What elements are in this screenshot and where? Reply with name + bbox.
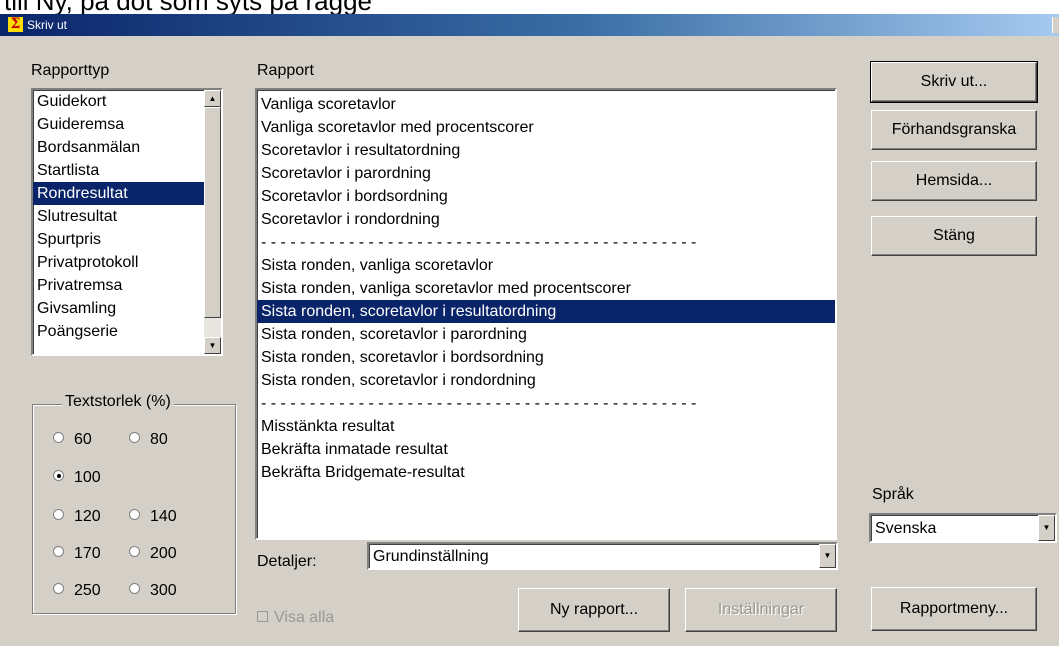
rapport-item[interactable]: Sista ronden, vanliga scoretavlor med pr… [257, 277, 835, 300]
radio-size-100[interactable]: 100 [53, 467, 101, 489]
hemsida-button[interactable]: Hemsida... [871, 161, 1037, 201]
radio-button-selected-icon[interactable] [53, 470, 64, 482]
rapport-item[interactable]: Sista ronden, scoretavlor i parordning [257, 323, 835, 346]
sprak-value: Svenska [875, 520, 937, 537]
radio-button-icon[interactable] [129, 583, 140, 595]
rapport-item[interactable]: Sista ronden, vanliga scoretavlor [257, 254, 835, 277]
rapport-item[interactable]: Scoretavlor i resultatordning [257, 139, 835, 162]
rapporttyp-listbox[interactable]: Guidekort Guideremsa Bordsanmälan Startlist… [31, 88, 223, 356]
radio-size-120[interactable]: 120 [53, 506, 101, 528]
rapporttyp-item[interactable]: Guidekort [33, 90, 221, 113]
window-title: Skriv ut [27, 18, 68, 32]
radio-size-60[interactable]: 60 [53, 429, 92, 451]
radio-size-170[interactable]: 170 [53, 543, 101, 565]
rapport-separator: - - - - - - - - - - - - - - - - - - - - … [261, 395, 697, 412]
rapport-item[interactable]: Misstänkta resultat [257, 415, 835, 438]
detaljer-value: Grundinställning [373, 548, 489, 565]
radio-size-300[interactable]: 300 [129, 580, 177, 602]
textstorlek-label: Textstorlek (%) [62, 393, 174, 411]
radio-button-icon[interactable] [129, 546, 140, 558]
installningar-button[interactable]: Inställningar [685, 588, 837, 632]
rapport-item[interactable]: Vanliga scoretavlor [257, 93, 835, 116]
rapport-item[interactable]: Vanliga scoretavlor med procentscorer [257, 116, 835, 139]
rapporttyp-item[interactable]: Privatprotokoll [33, 251, 221, 274]
rapporttyp-label: Rapporttyp [31, 62, 110, 79]
rapport-items: Vanliga scoretavlor Vanliga scoretavlor m… [257, 93, 835, 484]
rapport-item[interactable]: Scoretavlor i bordsordning [257, 185, 835, 208]
rapporttyp-scrollbar[interactable]: ▲ ▼ [204, 90, 221, 354]
rapporttyp-item[interactable]: Guideremsa [33, 113, 221, 136]
rapport-item[interactable]: Scoretavlor i parordning [257, 162, 835, 185]
stang-button[interactable]: Stäng [871, 216, 1037, 256]
rapporttyp-item[interactable]: Privatremsa [33, 274, 221, 297]
radio-button-icon[interactable] [53, 432, 64, 444]
radio-button-icon[interactable] [129, 509, 140, 521]
cropped-text: till Ny, på dot som syts på rägge [4, 0, 372, 14]
rapport-item[interactable]: Sista ronden, scoretavlor i bordsordning [257, 346, 835, 369]
scroll-down-arrow-icon[interactable]: ▼ [204, 337, 221, 354]
radio-size-250[interactable]: 250 [53, 580, 101, 602]
sprak-dropdown[interactable]: Svenska ▼ [869, 513, 1057, 543]
sprak-label: Språk [872, 486, 914, 503]
forhandsgranska-button[interactable]: Förhandsgranska [871, 110, 1037, 150]
rapport-item[interactable]: Sista ronden, scoretavlor i rondordning [257, 369, 835, 392]
rapport-item[interactable]: Bekräfta inmatade resultat [257, 438, 835, 461]
detaljer-label: Detaljer: [257, 553, 317, 570]
cropped-background-text: till Ny, på dot som syts på rägge [0, 0, 1059, 14]
title-bar[interactable]: Σ Skriv ut [0, 14, 1059, 36]
scroll-up-arrow-icon[interactable]: ▲ [204, 90, 221, 107]
radio-button-icon[interactable] [129, 432, 140, 444]
textstorlek-groupbox: Textstorlek (%) 60 80 100 120 140 170 20… [32, 393, 236, 614]
checkbox-icon[interactable] [257, 611, 268, 623]
rapporttyp-item[interactable]: Bordsanmälan [33, 136, 221, 159]
rapporttyp-item[interactable]: Rondresultat [33, 182, 221, 205]
rapport-item[interactable]: Scoretavlor i rondordning [257, 208, 835, 231]
rapport-item[interactable]: Sista ronden, scoretavlor i resultatordn… [257, 300, 835, 323]
rapport-label: Rapport [257, 62, 314, 79]
detaljer-dropdown[interactable]: Grundinställning ▼ [367, 542, 838, 570]
rapportmeny-button[interactable]: Rapportmeny... [871, 587, 1037, 631]
chevron-down-icon[interactable]: ▼ [1038, 515, 1055, 541]
radio-size-80[interactable]: 80 [129, 429, 168, 451]
rapport-separator: - - - - - - - - - - - - - - - - - - - - … [261, 234, 697, 251]
ny-rapport-button[interactable]: Ny rapport... [518, 588, 670, 632]
rapporttyp-items: Guidekort Guideremsa Bordsanmälan Startlist… [33, 90, 221, 343]
rapporttyp-item[interactable]: Spurtpris [33, 228, 221, 251]
rapport-item[interactable]: Bekräfta Bridgemate-resultat [257, 461, 835, 484]
rapporttyp-item[interactable]: Poängserie [33, 320, 221, 343]
sigma-icon: Σ [8, 17, 23, 32]
radio-button-icon[interactable] [53, 509, 64, 521]
rapporttyp-item[interactable]: Startlista [33, 159, 221, 182]
close-button-edge[interactable] [1052, 17, 1059, 33]
rapporttyp-item[interactable]: Slutresultat [33, 205, 221, 228]
chevron-down-icon[interactable]: ▼ [819, 544, 836, 568]
scroll-thumb[interactable] [204, 107, 221, 318]
visa-alla-label: Visa alla [274, 609, 335, 626]
skriv-ut-button[interactable]: Skriv ut... [870, 61, 1038, 103]
radio-size-200[interactable]: 200 [129, 543, 177, 565]
visa-alla-checkbox[interactable]: Visa alla [257, 609, 334, 627]
radio-button-icon[interactable] [53, 546, 64, 558]
radio-size-140[interactable]: 140 [129, 506, 177, 528]
rapporttyp-item[interactable]: Givsamling [33, 297, 221, 320]
radio-button-icon[interactable] [53, 583, 64, 595]
rapport-listbox[interactable]: Vanliga scoretavlor Vanliga scoretavlor m… [255, 88, 837, 540]
